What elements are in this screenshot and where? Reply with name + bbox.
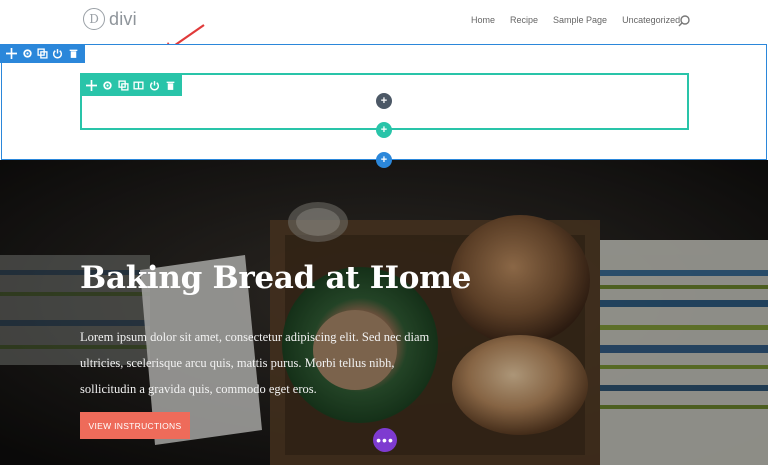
more-options-button[interactable]: ••• (373, 428, 397, 452)
nav-uncategorized[interactable]: Uncategorized (622, 15, 680, 25)
power-icon[interactable] (149, 80, 160, 91)
row-toolbar (80, 74, 182, 96)
hero-section: Baking Bread at Home Lorem ipsum dolor s… (0, 160, 768, 465)
add-row-button[interactable]: + (376, 122, 392, 138)
move-icon[interactable] (86, 79, 98, 91)
gear-icon[interactable] (102, 80, 113, 91)
section-toolbar (0, 44, 85, 63)
logo-mark: D (83, 8, 105, 30)
site-header: D divi Home Recipe Sample Page Uncategor… (0, 0, 768, 44)
nav-sample-page[interactable]: Sample Page (553, 15, 607, 25)
divi-logo[interactable]: D divi (83, 8, 137, 30)
power-icon[interactable] (52, 48, 63, 59)
add-module-button[interactable]: + (376, 93, 392, 109)
move-icon[interactable] (6, 48, 18, 59)
logo-text: divi (109, 8, 137, 29)
trash-icon[interactable] (68, 48, 79, 59)
main-nav: Home Recipe Sample Page Uncategorized (471, 15, 680, 25)
hero-body-text: Lorem ipsum dolor sit amet, consectetur … (80, 330, 430, 396)
search-icon[interactable] (677, 14, 691, 28)
nav-recipe[interactable]: Recipe (510, 15, 538, 25)
duplicate-icon[interactable] (118, 79, 129, 91)
add-section-button[interactable]: + (376, 152, 392, 168)
trash-icon[interactable] (165, 80, 176, 91)
nav-home[interactable]: Home (471, 15, 495, 25)
hero-title: Baking Bread at Home (80, 260, 472, 296)
columns-icon[interactable] (133, 80, 144, 91)
view-instructions-button[interactable]: VIEW INSTRUCTIONS (80, 412, 190, 439)
gear-icon[interactable] (22, 48, 33, 59)
duplicate-icon[interactable] (37, 48, 48, 59)
